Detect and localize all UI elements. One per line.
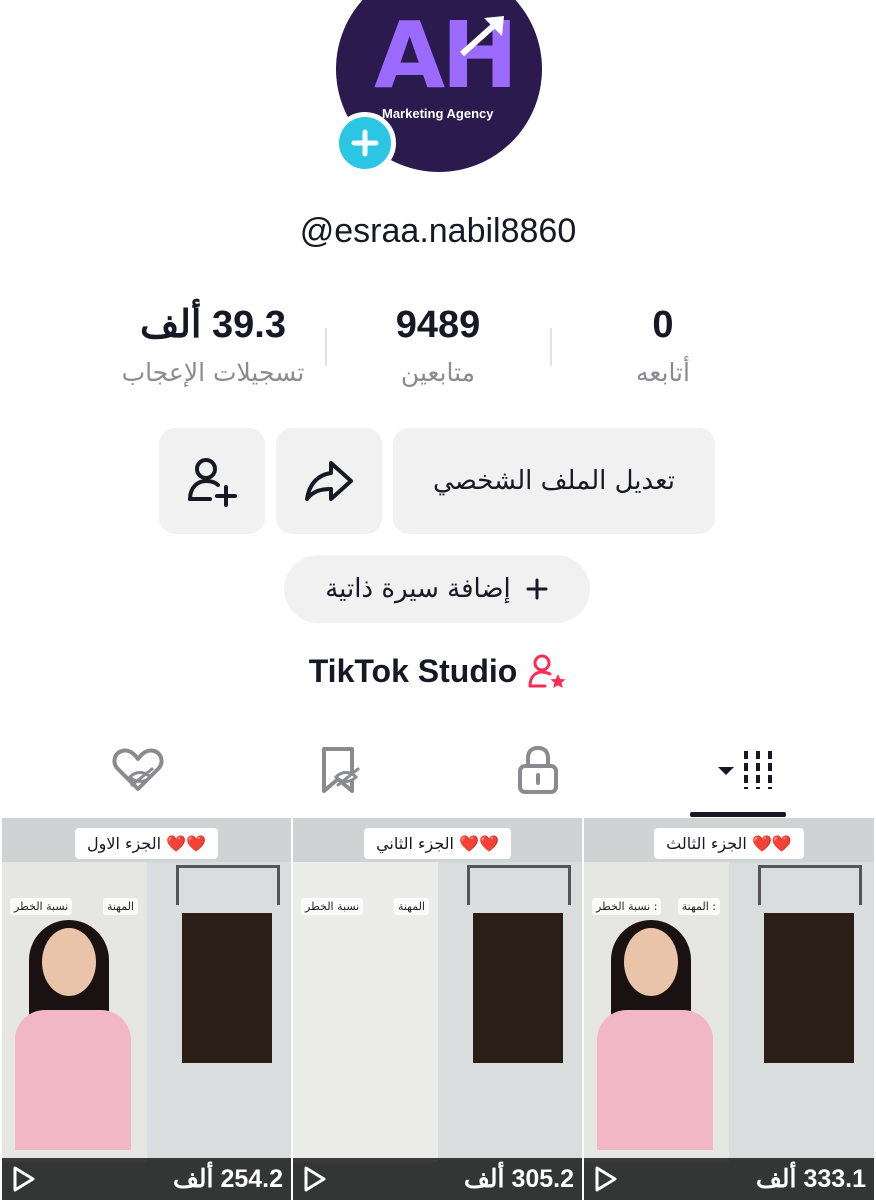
- username: @esraa.nabil8860: [299, 212, 577, 250]
- video-thumbnail[interactable]: الجزء الثالث ❤️❤️ نسبة الخطر : المهنة : …: [584, 818, 874, 1200]
- tab-favorites[interactable]: [272, 740, 412, 800]
- video-caption: الجزء الثالث ❤️❤️: [654, 828, 804, 859]
- play-icon: [595, 1166, 617, 1192]
- video-thumbnail[interactable]: الجزء الاول ❤️❤️ نسبة الخطر المهنة 254.2…: [2, 818, 291, 1200]
- job-label: المهنة: [393, 898, 429, 915]
- stat-divider: [550, 328, 552, 366]
- stat-following[interactable]: 0 أتابعه: [600, 300, 726, 387]
- risk-label: نسبة الخطر: [10, 898, 73, 915]
- add-friend-button[interactable]: [159, 428, 265, 534]
- heart-hidden-icon: [112, 748, 164, 791]
- video-caption: الجزء الثاني ❤️❤️: [364, 828, 511, 859]
- tiktok-studio-link[interactable]: TikTok Studio: [0, 652, 876, 690]
- play-icon: [304, 1166, 326, 1192]
- user-star-icon: [528, 654, 566, 688]
- active-tab-indicator: [690, 812, 786, 817]
- avatar-subtitle: Marketing Agency: [382, 106, 494, 121]
- followers-count: 9489: [395, 304, 481, 346]
- job-label: المهنة :: [677, 898, 720, 915]
- video-caption: الجزء الاول ❤️❤️: [75, 828, 218, 859]
- grid-bars-icon: [718, 751, 772, 789]
- risk-label: نسبة الخطر :: [592, 898, 662, 915]
- add-avatar-button[interactable]: [334, 112, 396, 174]
- likes-count: 39.3 ألف: [140, 304, 286, 346]
- growth-arrow-icon: [459, 16, 504, 57]
- rug-image: [758, 865, 862, 1063]
- view-count: 305.2 ألف: [464, 1165, 574, 1193]
- video-thumbnail[interactable]: الجزء الثاني ❤️❤️ نسبة الخطر المهنة 305.…: [293, 818, 582, 1200]
- following-count: 0: [652, 304, 674, 346]
- stat-divider: [325, 328, 327, 366]
- person-image: [7, 920, 137, 1158]
- stat-followers[interactable]: 9489 متابعين: [338, 300, 538, 387]
- view-count: 254.2 ألف: [173, 1165, 283, 1193]
- tab-liked-videos[interactable]: [68, 740, 208, 800]
- share-profile-button[interactable]: [276, 428, 382, 534]
- following-label: أتابعه: [636, 358, 690, 387]
- risk-label: نسبة الخطر: [301, 898, 364, 915]
- share-arrow-icon: [305, 461, 353, 501]
- job-label: المهنة: [102, 898, 138, 915]
- edit-profile-label: تعديل الملف الشخصي: [433, 466, 675, 496]
- view-count: 333.1 ألف: [756, 1165, 866, 1193]
- person-image: [589, 920, 719, 1158]
- plus-icon: [526, 578, 548, 600]
- followers-label: متابعين: [400, 358, 476, 387]
- add-bio-label: إضافة سيرة ذاتية: [325, 574, 511, 604]
- tab-private[interactable]: [468, 740, 608, 800]
- rug-image: [467, 865, 571, 1063]
- rug-image: [176, 865, 280, 1063]
- bookmark-hidden-icon: [322, 747, 360, 793]
- play-icon: [13, 1166, 35, 1192]
- add-user-icon: [188, 458, 237, 507]
- lock-icon: [518, 745, 558, 794]
- plus-icon: [351, 129, 379, 157]
- stat-likes[interactable]: 39.3 ألف تسجيلات الإعجاب: [100, 300, 326, 387]
- tiktok-studio-label: TikTok Studio: [308, 652, 518, 689]
- edit-profile-button[interactable]: تعديل الملف الشخصي: [393, 428, 715, 534]
- add-bio-button[interactable]: إضافة سيرة ذاتية: [284, 555, 590, 623]
- likes-label: تسجيلات الإعجاب: [121, 358, 305, 387]
- tab-videos[interactable]: [668, 740, 808, 800]
